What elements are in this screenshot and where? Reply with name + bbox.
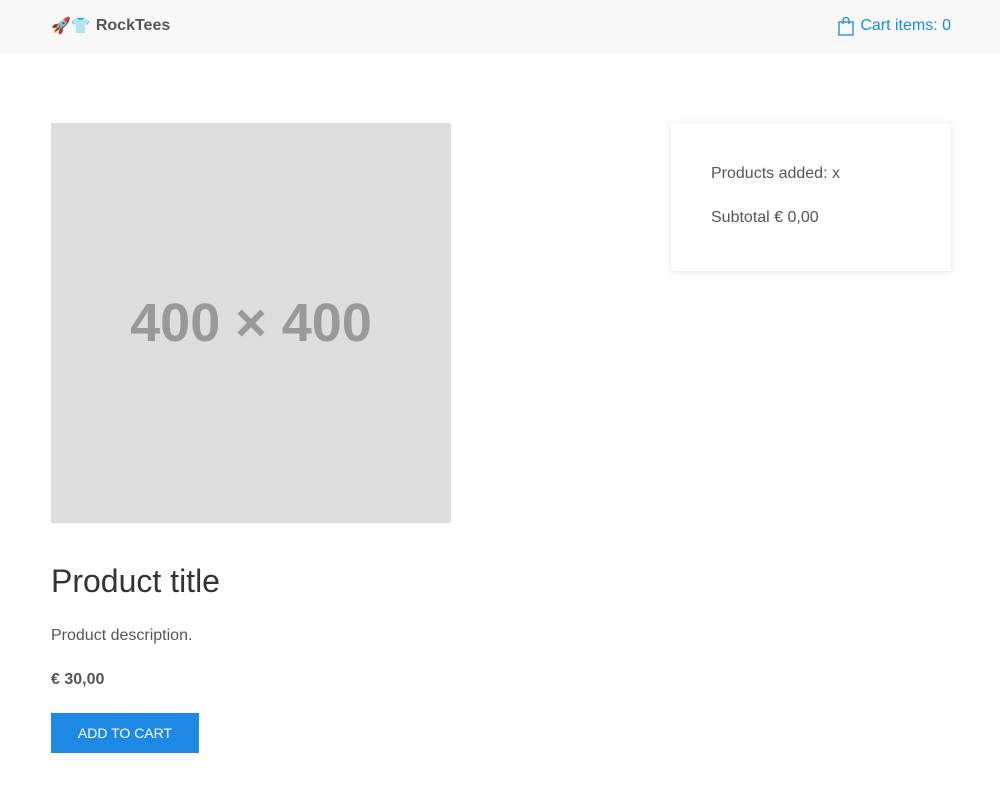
products-added-text: Products added: x xyxy=(711,165,840,182)
image-placeholder-text: 400 × 400 xyxy=(130,293,372,353)
cart-link[interactable]: Cart items: 0 xyxy=(838,15,951,37)
shopping-bag-icon xyxy=(838,16,854,36)
brand-name: RockTees xyxy=(95,17,171,34)
product-description: Product description. xyxy=(51,627,193,644)
product-image-placeholder: 400 × 400 xyxy=(51,123,451,523)
brand-logo-link[interactable]: 🚀👕 RockTees xyxy=(51,15,170,37)
cart-summary-card: Products added: x Subtotal € 0,00 xyxy=(671,123,951,271)
brand-emoji-icon: 🚀👕 xyxy=(51,16,91,35)
cart-items-label: Cart items: 0 xyxy=(860,17,951,34)
product-price: € 30,00 xyxy=(51,671,105,688)
product-title: Product title xyxy=(51,563,220,599)
top-navbar: 🚀👕 RockTees Cart items: 0 xyxy=(0,0,1000,53)
subtotal-text: Subtotal € 0,00 xyxy=(711,209,819,226)
add-to-cart-button[interactable]: ADD TO CART xyxy=(51,713,199,753)
